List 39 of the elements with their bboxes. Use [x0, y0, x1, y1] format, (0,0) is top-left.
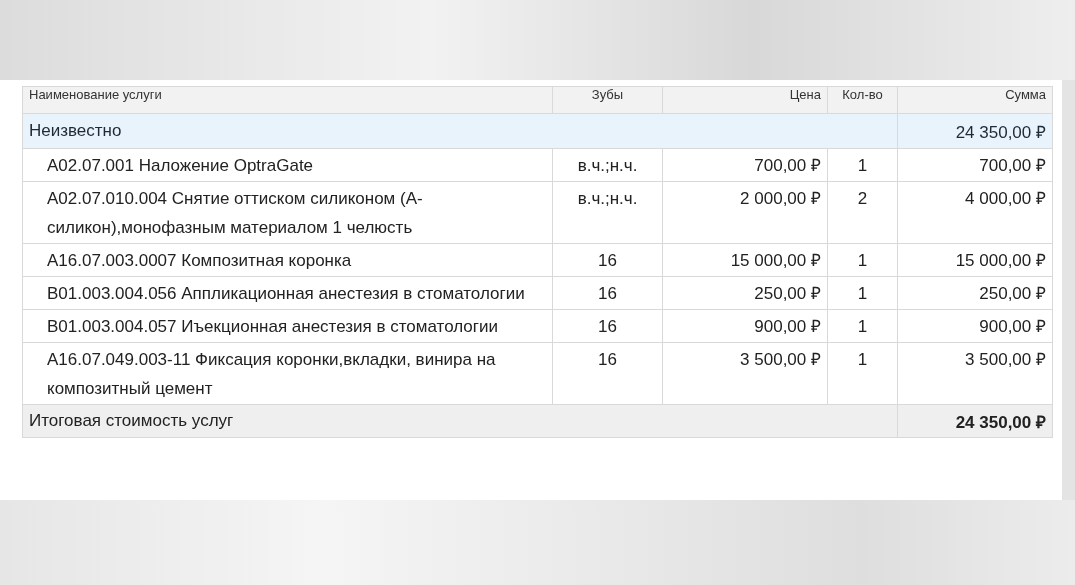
table-cell: 3 500,00 ₽: [662, 342, 828, 405]
table-cell: 1: [827, 148, 898, 182]
table-cell: B01.003.004.056 Аппликационная анестезия в стоматологии: [22, 276, 553, 310]
table-cell: 1: [827, 243, 898, 277]
column-header[interactable]: Наименование услуги: [22, 86, 553, 114]
table-cell: B01.003.004.057 Иъекционная анестезия в стоматологии: [22, 309, 553, 343]
table-cell: A02.07.001 Наложение OptraGate: [22, 148, 553, 182]
table-cell: 16: [552, 342, 663, 405]
table-cell: в.ч.;н.ч.: [552, 181, 663, 244]
table-cell: 700,00 ₽: [897, 148, 1053, 182]
table-cell: 2 000,00 ₽: [662, 181, 828, 244]
table-cell: 900,00 ₽: [897, 309, 1053, 343]
table-cell: 1: [827, 342, 898, 405]
table-cell: 250,00 ₽: [897, 276, 1053, 310]
column-header[interactable]: Сумма: [897, 86, 1053, 114]
table-cell: 4 000,00 ₽: [897, 181, 1053, 244]
table-cell: 700,00 ₽: [662, 148, 828, 182]
column-header[interactable]: Кол-во: [827, 86, 898, 114]
group-total: 24 350,00 ₽: [897, 113, 1053, 149]
table-cell: 16: [552, 243, 663, 277]
table-cell: 15 000,00 ₽: [662, 243, 828, 277]
table-cell: 16: [552, 309, 663, 343]
group-label: Неизвестно: [22, 113, 898, 149]
total-label: Итоговая стоимость услуг: [22, 404, 898, 438]
table-cell: 3 500,00 ₽: [897, 342, 1053, 405]
table-cell: 1: [827, 276, 898, 310]
table-cell: 15 000,00 ₽: [897, 243, 1053, 277]
column-header[interactable]: Зубы: [552, 86, 663, 114]
grand-total: 24 350,00 ₽: [897, 404, 1053, 438]
table-cell: A16.07.003.0007 Композитная коронка: [22, 243, 553, 277]
table-cell: A02.07.010.004 Снятие оттиском силиконом (А-силикон),монофазным материалом 1 челюсть: [22, 181, 553, 244]
column-header[interactable]: Цена: [662, 86, 828, 114]
table-cell: 16: [552, 276, 663, 310]
table-cell: 900,00 ₽: [662, 309, 828, 343]
table-cell: в.ч.;н.ч.: [552, 148, 663, 182]
table-cell: A16.07.049.003-11 Фиксация коронки,вкладки, винира на композитный цемент: [22, 342, 553, 405]
table-cell: 1: [827, 309, 898, 343]
table-cell: 2: [827, 181, 898, 244]
table-cell: 250,00 ₽: [662, 276, 828, 310]
